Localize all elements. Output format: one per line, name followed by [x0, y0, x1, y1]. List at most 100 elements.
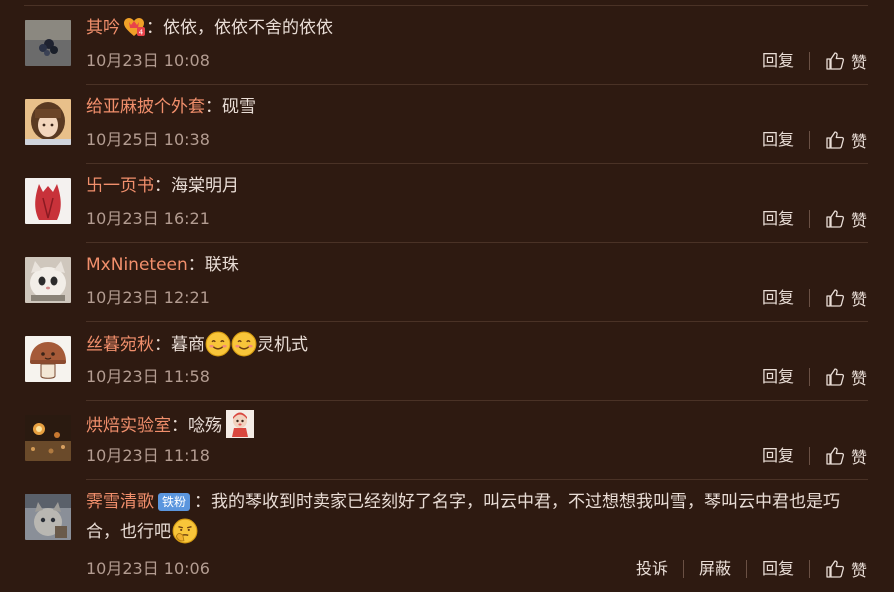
comment-text: 依依，依依不舍的依依 [163, 18, 333, 38]
action-divider [808, 447, 810, 465]
comment-text: 海棠明月 [171, 176, 239, 196]
comment-actions: 回复 赞 [762, 50, 867, 72]
divider [86, 84, 868, 85]
reply-button[interactable]: 回复 [762, 129, 794, 151]
comment-text: 砚雪 [222, 97, 256, 117]
comment-author[interactable]: 给亚麻披个外套 [86, 97, 205, 117]
timestamp: 10月23日 12:21 [86, 288, 210, 307]
comment-text: 联珠 [204, 255, 239, 275]
like-button[interactable]: 赞 [825, 49, 867, 73]
thumbs-up-icon [826, 52, 845, 70]
divider [86, 479, 868, 480]
timestamp: 10月23日 16:21 [86, 209, 210, 228]
thumbs-up-icon [826, 368, 845, 386]
comment-text: 灵机式 [257, 335, 308, 355]
reply-button[interactable]: 回复 [762, 366, 794, 388]
divider [86, 242, 868, 243]
comment-text: 暮商 [171, 335, 205, 355]
avatar[interactable] [25, 20, 71, 66]
timestamp: 10月23日 10:08 [86, 51, 210, 70]
smile-emoji-icon [205, 331, 231, 357]
like-label: 赞 [850, 369, 867, 388]
like-button[interactable]: 赞 [825, 557, 867, 581]
divider [86, 400, 868, 401]
action-divider [808, 131, 810, 149]
like-button[interactable]: 赞 [825, 207, 867, 231]
reply-button[interactable]: 回复 [762, 287, 794, 309]
fan-badge[interactable]: 铁粉 [158, 493, 191, 511]
action-divider [808, 210, 810, 228]
action-divider [745, 560, 747, 578]
comment-actions: 回复 赞 [762, 366, 867, 388]
action-divider [808, 289, 810, 307]
reply-button[interactable]: 回复 [762, 50, 794, 72]
comment-content: 卐一页书：海棠明月 [86, 173, 239, 199]
like-label: 赞 [850, 132, 867, 151]
block-button[interactable]: 屏蔽 [699, 558, 731, 580]
avatar[interactable] [25, 336, 71, 382]
like-label: 赞 [850, 448, 867, 467]
comment-author[interactable]: 卐一页书 [86, 176, 154, 196]
timestamp: 10月23日 11:58 [86, 367, 210, 386]
comment-actions: 投诉 屏蔽 回复 赞 [636, 558, 867, 580]
divider [86, 321, 868, 322]
avatar[interactable] [25, 257, 71, 303]
like-button[interactable]: 赞 [825, 365, 867, 389]
comment-actions: 回复 赞 [762, 208, 867, 230]
colon-separator: ： [194, 492, 212, 512]
comment-author[interactable]: 烘焙实验室 [86, 416, 171, 436]
colon-separator: ： [154, 335, 171, 355]
avatar[interactable] [25, 99, 71, 145]
like-button[interactable]: 赞 [825, 286, 867, 310]
comment-author[interactable]: 其吟 [86, 18, 120, 38]
comment-actions: 回复 赞 [762, 129, 867, 151]
comment-author[interactable]: 霁雪清歌 [86, 492, 154, 512]
like-label: 赞 [850, 211, 867, 230]
reply-button[interactable]: 回复 [762, 445, 794, 467]
cute-doll-emoji-icon [226, 410, 254, 438]
reply-button[interactable]: 回复 [762, 558, 794, 580]
comment-content: 霁雪清歌 铁粉 ：我的琴收到时卖家已经刻好了名字，叫云中君，不过想想我叫雪，琴叫云中… [86, 487, 858, 547]
divider [24, 5, 868, 6]
divider [86, 163, 868, 164]
action-divider [808, 368, 810, 386]
colon-separator: ： [205, 97, 222, 117]
report-button[interactable]: 投诉 [636, 558, 668, 580]
colon-separator: ： [187, 255, 205, 275]
action-divider [682, 560, 684, 578]
reply-button[interactable]: 回复 [762, 208, 794, 230]
colon-separator: ： [171, 416, 188, 436]
like-button[interactable]: 赞 [825, 444, 867, 468]
crown-heart-icon: 4 [124, 18, 145, 37]
colon-separator: ： [146, 18, 163, 38]
like-label: 赞 [850, 53, 867, 72]
colon-separator: ： [154, 176, 171, 196]
action-divider [808, 52, 810, 70]
thumbs-up-icon [826, 289, 845, 307]
avatar[interactable] [25, 178, 71, 224]
comment-content: 烘焙实验室：唸殇 [86, 410, 254, 438]
comment-author[interactable]: MxNineteen [86, 255, 188, 275]
thumbs-up-icon [826, 131, 845, 149]
comment-content: 给亚麻披个外套：砚雪 [86, 94, 256, 120]
thumbs-up-icon [826, 560, 845, 578]
comment-author[interactable]: 丝暮宛秋 [86, 335, 154, 355]
timestamp: 10月25日 10:38 [86, 130, 210, 149]
comment-actions: 回复 赞 [762, 445, 867, 467]
comment-content: MxNineteen：联珠 [86, 252, 239, 278]
timestamp: 10月23日 11:18 [86, 446, 210, 465]
comment-text: 唸殇 [188, 416, 222, 436]
comment-actions: 回复 赞 [762, 287, 867, 309]
like-label: 赞 [850, 561, 867, 580]
thinking-emoji-icon [172, 518, 198, 544]
thumbs-up-icon [826, 210, 845, 228]
avatar[interactable] [25, 415, 71, 461]
like-button[interactable]: 赞 [825, 128, 867, 152]
comment-content: 其吟 4 ：依依，依依不舍的依依 [86, 15, 333, 41]
like-label: 赞 [850, 290, 867, 309]
smile-emoji-icon [231, 331, 257, 357]
avatar[interactable] [25, 494, 71, 540]
comment-list: 其吟 4 ：依依，依依不舍的依依 10月23日 10:08 回复 赞 给亚麻披个… [0, 0, 894, 592]
timestamp: 10月23日 10:06 [86, 559, 210, 578]
action-divider [808, 560, 810, 578]
